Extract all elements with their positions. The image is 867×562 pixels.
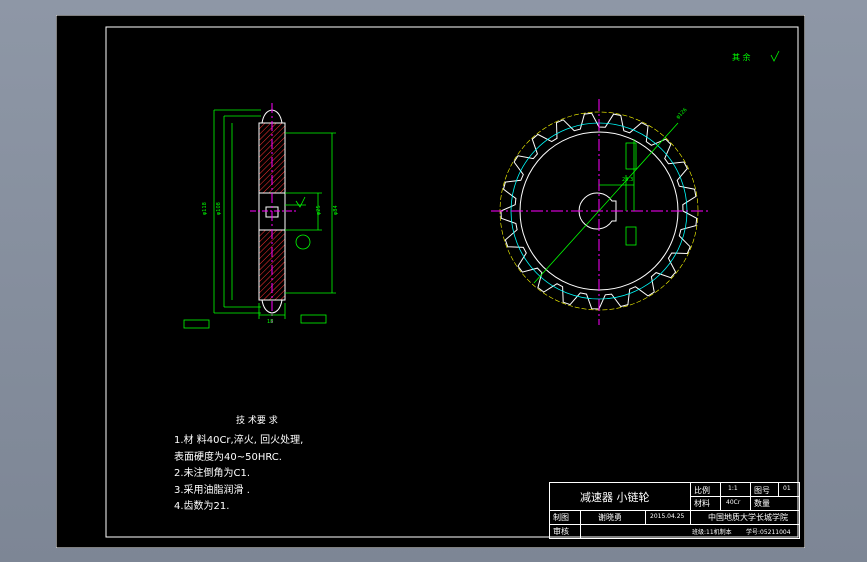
part-name: 减速器 小链轮 bbox=[580, 491, 650, 504]
material-label: 材料 bbox=[694, 499, 710, 508]
tech-req-title: 技 术要 求 bbox=[236, 416, 278, 426]
footer-class: 班级:11机制本 bbox=[692, 529, 732, 536]
outer-frame bbox=[56, 15, 805, 548]
checked-label: 审核 bbox=[553, 527, 569, 536]
drawing-sheet: φ118 φ108 φ84 φ25 18 φ126 28.3 其 余 技 术要 … bbox=[56, 15, 805, 548]
school: 中国地质大学长城学院 bbox=[708, 513, 788, 522]
drawn-date: 2015.04.25 bbox=[650, 513, 685, 520]
tech-req-item-5: 4.齿数为21. bbox=[174, 501, 230, 512]
dim-text-4: φ25 bbox=[316, 205, 322, 215]
roughness-note: 其 余 bbox=[732, 53, 751, 62]
drawn-name: 谢晓勇 bbox=[598, 513, 622, 522]
dim-text-1: φ118 bbox=[202, 202, 208, 215]
dim-text-2: φ108 bbox=[216, 202, 222, 215]
dim-text-3: φ84 bbox=[333, 205, 339, 215]
tech-req-item-2: 表面硬度为40~50HRC. bbox=[174, 452, 282, 463]
section-view bbox=[250, 103, 296, 323]
quantity-label: 数量 bbox=[754, 499, 770, 508]
tech-req-item-3: 2.未注倒角为C1. bbox=[174, 468, 251, 479]
drawing-no-value: 01 bbox=[783, 485, 791, 492]
tech-req-item-4: 3.采用油脂润滑 . bbox=[174, 485, 250, 496]
scale-value: 1:1 bbox=[728, 485, 738, 492]
front-dim-1: φ126 bbox=[675, 107, 688, 120]
front-dim-2: 28.3 bbox=[622, 177, 633, 183]
footer-student-no: 学号:05211004 bbox=[746, 529, 791, 536]
front-view bbox=[491, 99, 711, 325]
scale-label: 比例 bbox=[694, 486, 710, 495]
drawing-no-label: 图号 bbox=[754, 486, 770, 495]
title-block: 减速器 小链轮 比例 1:1 图号 01 材料 40Cr 数量 制图 谢晓勇 2… bbox=[549, 482, 800, 539]
roughness-symbol bbox=[770, 50, 780, 62]
front-dimensions bbox=[533, 122, 679, 284]
dim-text-5: 18 bbox=[267, 319, 273, 325]
material-value: 40Cr bbox=[726, 499, 741, 506]
drawn-label: 制图 bbox=[553, 513, 569, 522]
tech-req-item-1: 1.材 料40Cr,淬火, 回火处理, bbox=[174, 435, 304, 446]
cad-drawing: φ118 φ108 φ84 φ25 18 φ126 28.3 bbox=[56, 15, 805, 548]
